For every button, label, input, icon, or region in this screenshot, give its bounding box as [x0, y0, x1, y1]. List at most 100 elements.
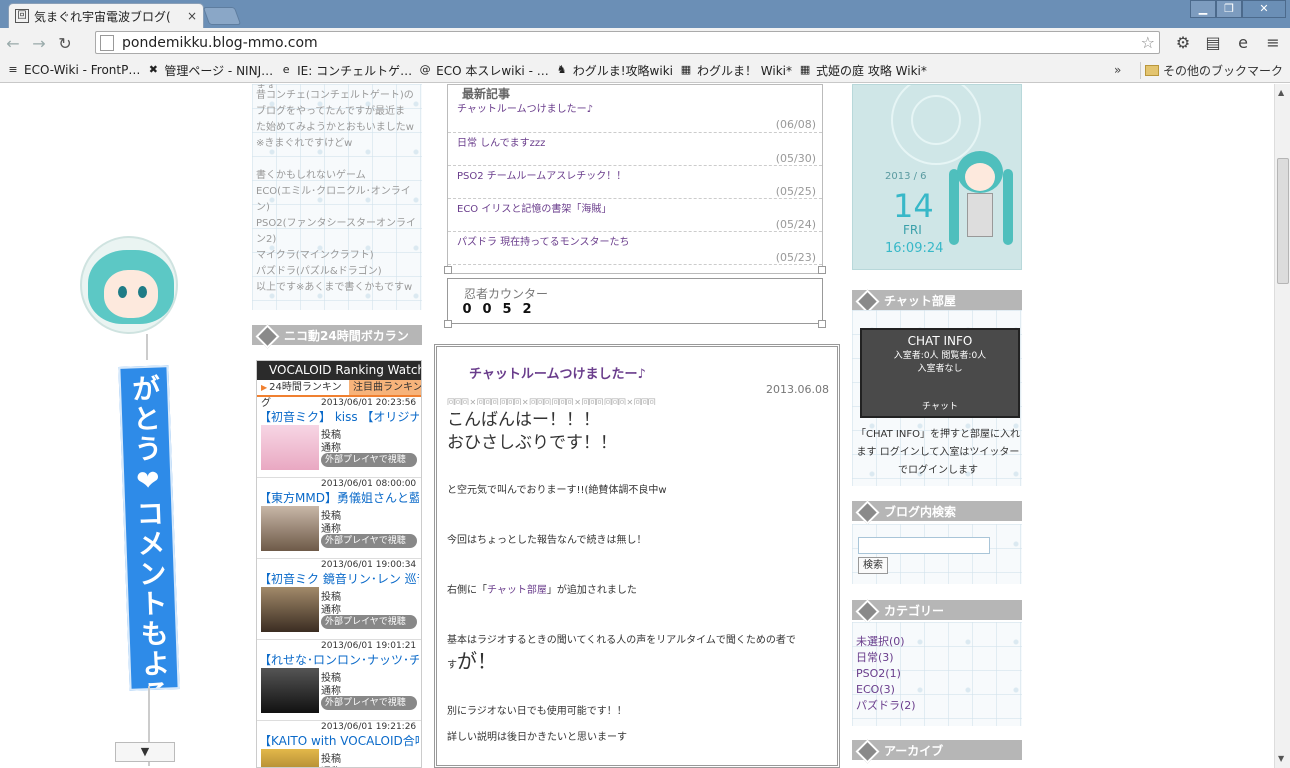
ranking-item: 2013/06/01 19:00:34 【初音ミク 鏡音リン･レン 巡音 投稿 …: [257, 559, 421, 640]
external-player-button[interactable]: 外部プレイヤで視聴: [321, 534, 417, 548]
new-tab-button[interactable]: [202, 7, 242, 25]
comment-banner-text: がとう❤コメントもよろし: [118, 365, 180, 691]
chat-info-button[interactable]: CHAT INFO 入室者:0人 閲覧者:0人 入室者なし チャット: [860, 328, 1020, 418]
article-paragraph: 右側に「チャット部屋」が追加されました: [447, 583, 831, 598]
recent-post-link[interactable]: パズドラ 現在持ってるモンスターたち: [457, 233, 629, 248]
external-player-button[interactable]: 外部プレイヤで視聴: [321, 696, 417, 710]
frame-corner: [444, 320, 452, 328]
article-date: 2013.06.08: [766, 383, 829, 396]
banner-string: [146, 334, 148, 360]
item-title-link[interactable]: 【東方MMD】勇儀姐さんと藍様: [259, 489, 419, 506]
item-title-link[interactable]: 【初音ミク】 kiss 【オリジナル】: [259, 408, 419, 425]
scroll-up-icon[interactable]: ▲: [1278, 88, 1284, 97]
video-thumbnail[interactable]: [261, 749, 319, 767]
category-link[interactable]: 日常(3): [856, 650, 916, 666]
comment-label: 通称: [321, 524, 341, 535]
ie-tab-icon[interactable]: e: [1232, 32, 1254, 54]
diamond-icon: [254, 323, 278, 347]
maximize-button[interactable]: ❐: [1216, 0, 1242, 18]
scroll-down-button[interactable]: ▼: [115, 742, 175, 762]
bookmark-icon: ≡: [8, 63, 18, 76]
recent-post-link[interactable]: PSO2 チームルームアスレチック！！: [457, 167, 626, 182]
clock-day: 14: [893, 187, 934, 225]
mascot-illustration: [80, 236, 178, 334]
category-link[interactable]: パズドラ(2): [856, 698, 916, 714]
video-thumbnail[interactable]: [261, 668, 319, 713]
recent-post-date: (06/08): [775, 118, 816, 131]
other-bookmarks-button[interactable]: その他のブックマーク: [1140, 61, 1283, 79]
bookmarks-overflow-button[interactable]: »: [1114, 63, 1121, 77]
ninja-counter-widget: 忍者カウンター 0 0 5 2: [447, 278, 823, 324]
bookmark-star-icon[interactable]: ☆: [1141, 33, 1155, 52]
miku-clock-widget: 2013 / 6 14 FRI 16:09:24: [852, 84, 1022, 270]
bookmark-icon: ✖: [148, 63, 158, 76]
bookmark-label: IE: コンチェルトゲ…: [297, 63, 413, 78]
counter-title: 忍者カウンター: [464, 287, 549, 301]
back-icon[interactable]: ←: [0, 34, 26, 53]
item-title-link[interactable]: 【れせな･ロンロン･ナッツ･チ: [259, 651, 419, 668]
counter-digit: 0: [462, 302, 472, 317]
intro-line: ン2): [256, 234, 277, 245]
article-title[interactable]: チャットルームつけましたー♪: [469, 363, 646, 382]
menu-icon[interactable]: ≡: [1262, 32, 1284, 54]
intro-line: ン): [256, 202, 270, 213]
window-close-button[interactable]: ✕: [1242, 0, 1286, 18]
recent-post-link[interactable]: 日常 しんでますzzz: [457, 134, 545, 149]
search-button[interactable]: 検索: [858, 557, 888, 574]
intro-line: ブログをやってたんですが最近ま: [256, 106, 405, 117]
recent-post-link[interactable]: ECO イリスと記憶の書架「海賊」: [457, 200, 611, 215]
chat-info-title: CHAT INFO: [907, 334, 973, 348]
category-list: 未選択(0) 日常(3) PSO2(1) ECO(3) パズドラ(2): [856, 634, 916, 714]
comment-label: 通称: [321, 605, 341, 616]
address-bar[interactable]: pondemikku.blog-mmo.com ☆: [95, 31, 1160, 54]
article-text: 」が追加されました: [546, 585, 637, 596]
recent-post-item: PSO2 チームルームアスレチック！！ (05/25): [448, 166, 822, 199]
tab-close-icon[interactable]: ×: [187, 9, 197, 23]
gear-icon[interactable]: ⚙: [1172, 32, 1194, 54]
reload-icon[interactable]: ↻: [52, 34, 78, 53]
blog-article: チャットルームつけましたー♪ 2013.06.08 回回回 ✕ 回回回 回回回 …: [434, 344, 840, 768]
browser-tab-active[interactable]: 回 気まぐれ宇宙電波ブログ( ×: [8, 3, 204, 28]
bookmark-icon: ▦: [799, 63, 811, 76]
bookmark-item[interactable]: ▦ 式姫の庭 攻略 Wiki*: [798, 62, 927, 79]
intro-line: PSO2(ファンタシースターオンライ: [256, 218, 417, 229]
bookmark-icon: ▦: [680, 63, 692, 76]
comment-banner[interactable]: がとう❤コメントもよろし: [70, 234, 180, 766]
item-title-link[interactable]: 【KAITO with VOCALOID合唱: [259, 732, 419, 749]
chat-room-link[interactable]: チャット部屋: [487, 585, 547, 596]
video-thumbnail[interactable]: [261, 425, 319, 470]
category-link[interactable]: ECO(3): [856, 682, 916, 698]
clock-date: 2013 / 6: [885, 171, 927, 182]
search-input[interactable]: [858, 537, 990, 554]
bookmark-item[interactable]: ♞ わグルま!攻略wiki: [555, 62, 673, 79]
video-thumbnail[interactable]: [261, 506, 319, 551]
tab-featured-ranking[interactable]: 注目曲ランキング: [349, 380, 421, 395]
url-text[interactable]: pondemikku.blog-mmo.com: [122, 35, 1141, 51]
chat-enter-label: チャット: [922, 402, 958, 412]
intro-line: ECO(エミル･クロニクル･オンライ: [256, 186, 411, 197]
minimize-button[interactable]: ▁: [1190, 0, 1216, 18]
category-link[interactable]: 未選択(0): [856, 634, 916, 650]
counter-digits: 0 0 5 2: [448, 302, 822, 317]
item-title-link[interactable]: 【初音ミク 鏡音リン･レン 巡音: [259, 570, 419, 587]
external-player-button[interactable]: 外部プレイヤで視聴: [321, 615, 417, 629]
recent-post-link[interactable]: チャットルームつけましたー♪: [457, 100, 593, 115]
bookmark-icon: e: [282, 63, 290, 76]
extension-badge-icon[interactable]: ▤: [1202, 32, 1224, 54]
item-date: 2013/06/01 08:00:00: [321, 479, 417, 489]
recent-post-date: (05/25): [775, 185, 816, 198]
section-title: アーカイブ: [884, 743, 944, 758]
page-scrollbar[interactable]: ▲ ▼: [1274, 84, 1290, 768]
bookmark-item[interactable]: ✖ 管理ページ - NINJ…: [146, 62, 273, 79]
bookmark-item[interactable]: ▦ わグルま！ Wiki*: [679, 62, 792, 79]
tab-24h-ranking[interactable]: 24時間ランキング: [257, 380, 349, 409]
scroll-down-icon[interactable]: ▼: [1278, 754, 1284, 763]
category-link[interactable]: PSO2(1): [856, 666, 916, 682]
bookmark-item[interactable]: @ ECO 本スレwiki - …: [418, 62, 549, 79]
bookmark-item[interactable]: e IE: コンチェルトゲ…: [279, 62, 412, 79]
external-player-button[interactable]: 外部プレイヤで視聴: [321, 453, 417, 467]
scrollbar-thumb[interactable]: [1277, 158, 1289, 284]
video-thumbnail[interactable]: [261, 587, 319, 632]
bookmark-item[interactable]: ≡ ECO-Wiki - FrontP…: [6, 63, 140, 77]
forward-icon[interactable]: →: [26, 34, 52, 53]
